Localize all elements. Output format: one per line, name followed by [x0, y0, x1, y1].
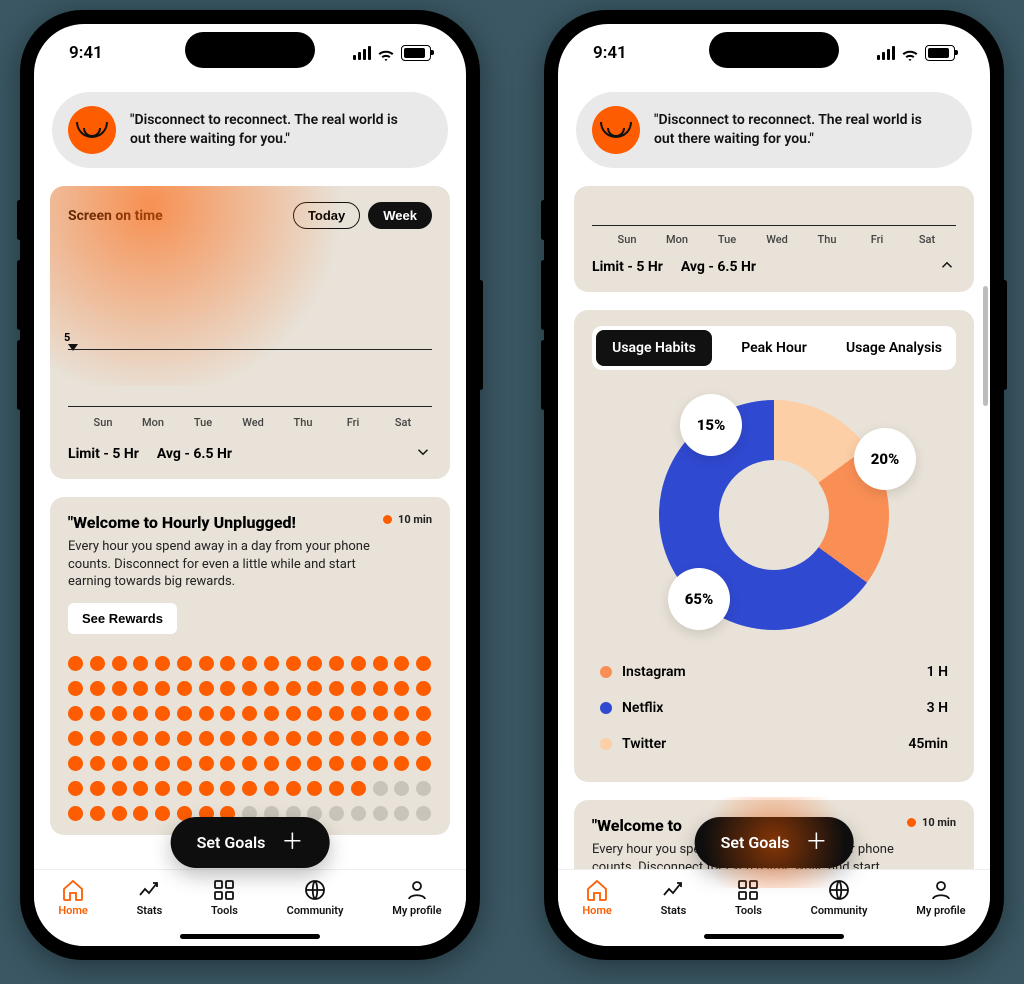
calm-face-icon — [68, 106, 116, 154]
callout-15: 15% — [680, 394, 742, 456]
donut-chart: 15% 20% 65% — [592, 388, 956, 636]
see-rewards-button[interactable]: See Rewards — [68, 603, 177, 634]
legend-row: Twitter 45min — [598, 726, 950, 762]
limit-marker: 5 — [64, 331, 70, 344]
battery-icon — [401, 45, 431, 61]
hourly-description: Every hour you spend away in a day from … — [68, 538, 373, 591]
wifi-icon — [901, 46, 919, 60]
tab-usage-analysis[interactable]: Usage Analysis — [836, 330, 952, 366]
home-icon — [61, 878, 85, 902]
battery-icon — [925, 45, 955, 61]
stats-icon — [137, 878, 161, 902]
usage-legend: Instagram 1 H Netflix 3 H Twitter 45min — [598, 654, 950, 762]
time-badge: 10 min — [907, 816, 956, 829]
hourly-title: "Welcome to Hourly Unplugged! — [68, 513, 373, 532]
callout-20: 20% — [854, 428, 916, 490]
mini-chart: SunMonTueWedThuFriSat — [592, 196, 956, 246]
tab-stats[interactable]: Stats — [137, 878, 163, 917]
tab-tools[interactable]: Tools — [211, 878, 238, 917]
legend-row: Instagram 1 H — [598, 654, 950, 690]
calm-face-icon — [592, 106, 640, 154]
globe-icon — [303, 878, 327, 902]
tab-home[interactable]: Home — [58, 878, 88, 917]
home-indicator — [704, 934, 844, 939]
quote-text: "Disconnect to reconnect. The real world… — [130, 111, 420, 149]
usage-habits-card: Usage Habits Peak Hour Usage Analysis 15… — [574, 310, 974, 782]
period-toggle: Today Week — [293, 202, 432, 229]
quote-card: "Disconnect to reconnect. The real world… — [576, 92, 972, 168]
stats-icon — [661, 878, 685, 902]
profile-icon — [929, 878, 953, 902]
cellular-icon — [877, 46, 895, 60]
status-time: 9:41 — [69, 43, 103, 63]
tab-profile[interactable]: My profile — [916, 878, 965, 917]
tab-profile[interactable]: My profile — [392, 878, 441, 917]
screen-on-time-card-collapsed: SunMonTueWedThuFriSat Limit - 5 Hr Avg -… — [574, 186, 974, 292]
collapse-button[interactable] — [938, 256, 956, 278]
home-indicator — [180, 934, 320, 939]
quote-card: "Disconnect to reconnect. The real world… — [52, 92, 448, 168]
tools-icon — [212, 878, 236, 902]
set-goals-button[interactable]: Set Goals＋ — [695, 817, 854, 868]
set-goals-button[interactable]: Set Goals＋ — [171, 817, 330, 868]
tab-usage-habits[interactable]: Usage Habits — [596, 330, 712, 366]
tab-community[interactable]: Community — [287, 878, 344, 917]
scrollbar[interactable] — [983, 286, 988, 406]
toggle-week[interactable]: Week — [368, 202, 432, 229]
screen-time-chart: 5 SunMonTueWedThuFriSat — [68, 243, 432, 433]
status-time: 9:41 — [593, 43, 627, 63]
home-icon — [585, 878, 609, 902]
legend-row: Netflix 3 H — [598, 690, 950, 726]
hourly-unplugged-card: "Welcome to Hourly Unplugged! Every hour… — [50, 497, 450, 835]
habits-tabs: Usage Habits Peak Hour Usage Analysis — [592, 326, 956, 370]
screen-on-time-card: Screen on time Today Week 5 — [50, 186, 450, 479]
tab-stats[interactable]: Stats — [661, 878, 687, 917]
wifi-icon — [377, 46, 395, 60]
limit-text: Limit - 5 Hr — [592, 259, 663, 275]
hours-dot-grid — [68, 656, 432, 821]
avg-text: Avg - 6.5 Hr — [681, 259, 756, 275]
limit-text: Limit - 5 Hr — [68, 446, 139, 462]
quote-text: "Disconnect to reconnect. The real world… — [654, 111, 944, 149]
tab-peak-hour[interactable]: Peak Hour — [716, 330, 832, 366]
cellular-icon — [353, 46, 371, 60]
time-badge: 10 min — [383, 513, 432, 526]
tab-home[interactable]: Home — [582, 878, 612, 917]
callout-65: 65% — [668, 568, 730, 630]
expand-button[interactable] — [414, 443, 432, 465]
profile-icon — [405, 878, 429, 902]
day-labels: SunMonTueWedThuFriSat — [78, 416, 428, 429]
toggle-today[interactable]: Today — [293, 202, 360, 229]
screen-on-time-title: Screen on time — [68, 208, 163, 224]
avg-text: Avg - 6.5 Hr — [157, 446, 232, 462]
